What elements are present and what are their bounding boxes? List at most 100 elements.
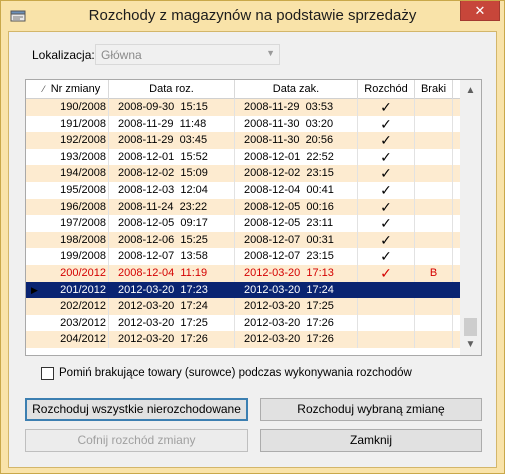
cell-nr-zmiany: 204/2012 — [43, 331, 109, 348]
row-pointer-icon — [26, 116, 43, 133]
table-row[interactable]: 196/2008 2008-11-24 23:22 2008-12-05 00:16… — [26, 198, 460, 216]
cell-nr-zmiany: 196/2008 — [43, 198, 109, 216]
cell-braki — [415, 331, 453, 348]
cell-data-roz: 2008-12-04 11:19 — [109, 264, 235, 282]
cell-data-roz: 2008-12-07 13:58 — [109, 248, 235, 265]
cell-rozchod: ✓ — [358, 264, 415, 282]
cell-rozchod: ✓ — [358, 148, 415, 166]
cell-rozchod: ✓ — [358, 198, 415, 216]
cell-data-roz: 2008-12-06 15:25 — [109, 231, 235, 249]
cell-rozchod — [358, 298, 415, 315]
table-body: 190/2008 2008-09-30 15:15 2008-11-29 03:53… — [26, 99, 460, 348]
cell-rozchod — [358, 331, 415, 348]
cell-braki — [415, 165, 453, 182]
table-row[interactable]: 202/2012 2012-03-20 17:24 2012-03-20 17:25 — [26, 298, 460, 315]
cell-data-zak: 2008-12-07 00:31 — [235, 231, 358, 249]
table-row[interactable]: 200/2012 2008-12-04 11:19 2012-03-20 17:13… — [26, 264, 460, 282]
column-header-data-roz[interactable]: Data roz. — [109, 80, 235, 99]
table-row[interactable]: 194/2008 2008-12-02 15:09 2008-12-02 23:15… — [26, 165, 460, 182]
cell-data-roz: 2012-03-20 17:24 — [109, 298, 235, 315]
cell-nr-zmiany: 191/2008 — [43, 115, 109, 133]
table-row[interactable]: 195/2008 2008-12-03 12:04 2008-12-04 00:41… — [26, 181, 460, 199]
scroll-thumb[interactable] — [464, 318, 477, 336]
table-row[interactable]: ▶ 201/2012 2012-03-20 17:23 2012-03-20 17:2… — [26, 281, 460, 299]
column-header-data-zak[interactable]: Data zak. — [235, 80, 358, 99]
column-header-rozchod[interactable]: Rozchód — [358, 80, 415, 99]
cell-rozchod: ✓ — [358, 215, 415, 232]
skip-missing-label: Pomiń brakujące towary (surowce) podczas… — [59, 367, 412, 379]
row-pointer-icon — [26, 315, 43, 332]
cell-data-roz: 2008-12-01 15:52 — [109, 148, 235, 166]
cell-nr-zmiany: 199/2008 — [43, 248, 109, 265]
table-row[interactable]: 203/2012 2012-03-20 17:25 2012-03-20 17:26 — [26, 314, 460, 332]
cell-data-roz: 2008-09-30 15:15 — [109, 99, 235, 116]
cell-data-roz: 2012-03-20 17:26 — [109, 331, 235, 348]
cell-rozchod: ✓ — [358, 181, 415, 199]
row-pointer-icon — [26, 182, 43, 199]
table-row[interactable]: 190/2008 2008-09-30 15:15 2008-11-29 03:53… — [26, 99, 460, 116]
location-select: Główna ▼ — [95, 44, 280, 65]
table-row[interactable]: 192/2008 2008-11-29 03:45 2008-11-30 20:56… — [26, 132, 460, 149]
table-row[interactable]: 199/2008 2008-12-07 13:58 2008-12-07 23:15… — [26, 248, 460, 265]
cell-data-zak: 2012-03-20 17:25 — [235, 298, 358, 315]
cell-braki — [415, 231, 453, 249]
cell-braki — [415, 148, 453, 166]
scroll-down-icon[interactable]: ▼ — [460, 336, 481, 353]
issue-selected-button[interactable]: Rozchoduj wybraną zmianę — [260, 398, 482, 421]
row-pointer-icon — [26, 99, 43, 116]
vertical-scrollbar[interactable]: ▲ ▼ — [460, 80, 481, 355]
cell-data-zak: 2008-12-04 00:41 — [235, 181, 358, 199]
column-header-braki[interactable]: Braki — [415, 80, 453, 99]
cell-rozchod: ✓ — [358, 115, 415, 133]
cell-nr-zmiany: 203/2012 — [43, 314, 109, 332]
cell-rozchod: ✓ — [358, 99, 415, 116]
cell-braki: B — [415, 264, 453, 282]
cell-rozchod: ✓ — [358, 248, 415, 265]
cell-braki — [415, 215, 453, 232]
cell-data-roz: 2012-03-20 17:25 — [109, 314, 235, 332]
table-row[interactable]: 198/2008 2008-12-06 15:25 2008-12-07 00:31… — [26, 231, 460, 249]
cell-braki — [415, 115, 453, 133]
cell-data-zak: 2012-03-20 17:24 — [235, 281, 358, 299]
undo-issue-button: Cofnij rozchód zmiany — [25, 429, 248, 452]
table-header: ⁄ Nr zmiany Data roz. Data zak. Rozchód … — [26, 80, 460, 99]
row-pointer-icon — [26, 232, 43, 249]
cell-data-zak: 2008-12-07 23:15 — [235, 248, 358, 265]
cell-data-roz: 2012-03-20 17:23 — [109, 281, 235, 299]
table-row[interactable]: 191/2008 2008-11-29 11:48 2008-11-30 03:20… — [26, 115, 460, 133]
row-pointer-icon — [26, 298, 43, 315]
cell-data-roz: 2008-12-05 09:17 — [109, 215, 235, 232]
column-header-nr-zmiany[interactable]: Nr zmiany — [43, 80, 109, 99]
cell-data-zak: 2008-12-01 22:52 — [235, 148, 358, 166]
skip-missing-checkbox[interactable] — [41, 367, 54, 380]
cell-data-zak: 2008-11-29 03:53 — [235, 99, 358, 116]
cell-data-zak: 2012-03-20 17:26 — [235, 331, 358, 348]
cell-nr-zmiany: 200/2012 — [43, 264, 109, 282]
close-button[interactable]: Zamknij — [260, 429, 482, 452]
cell-braki — [415, 181, 453, 199]
cell-data-roz: 2008-11-29 03:45 — [109, 132, 235, 149]
row-pointer-icon — [26, 331, 43, 348]
close-window-button[interactable]: ✕ — [460, 1, 500, 21]
scroll-up-icon[interactable]: ▲ — [460, 80, 481, 97]
row-pointer-icon — [26, 199, 43, 216]
location-value: Główna — [101, 48, 142, 62]
window-title: Rozchody z magazynów na podstawie sprzed… — [88, 7, 417, 24]
dialog-body: Lokalizacja: Główna ▼ ⁄ Nr zmiany Data r… — [8, 31, 497, 468]
table-row[interactable]: 204/2012 2012-03-20 17:26 2012-03-20 17:26 — [26, 331, 460, 348]
issue-all-button[interactable]: Rozchoduj wszystkie nierozchodowane — [25, 398, 248, 421]
cell-nr-zmiany: 202/2012 — [43, 298, 109, 315]
shifts-table[interactable]: ⁄ Nr zmiany Data roz. Data zak. Rozchód … — [25, 79, 482, 356]
cell-nr-zmiany: 197/2008 — [43, 215, 109, 232]
table-row[interactable]: 193/2008 2008-12-01 15:52 2008-12-01 22:52… — [26, 148, 460, 166]
cell-braki — [415, 248, 453, 265]
row-pointer-icon — [26, 265, 43, 282]
cell-data-roz: 2008-12-03 12:04 — [109, 181, 235, 199]
row-pointer-icon — [26, 215, 43, 232]
title-bar[interactable]: Rozchody z magazynów na podstawie sprzed… — [1, 1, 504, 31]
row-pointer-icon: ▶ — [31, 284, 38, 295]
cell-nr-zmiany: 190/2008 — [43, 99, 109, 116]
cell-data-zak: 2012-03-20 17:26 — [235, 314, 358, 332]
cell-braki — [415, 132, 453, 149]
table-row[interactable]: 197/2008 2008-12-05 09:17 2008-12-05 23:11… — [26, 215, 460, 232]
